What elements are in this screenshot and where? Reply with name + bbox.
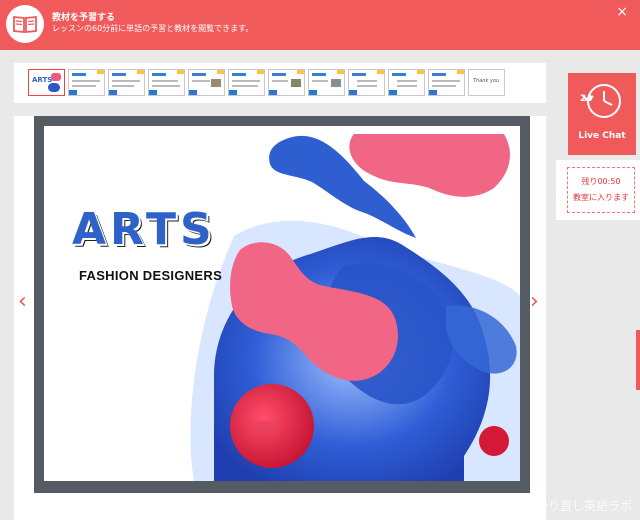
slide-subtitle: FASHION DESIGNERS bbox=[79, 268, 223, 283]
banner-title: 教材を予習する bbox=[52, 13, 116, 23]
enter-classroom-button[interactable]: 残り00:50 教室に入ります bbox=[567, 167, 635, 213]
clock-24-icon bbox=[582, 84, 621, 118]
thumbnail-3[interactable] bbox=[108, 69, 145, 96]
thumbnail-list: ARTS Thank you bbox=[28, 69, 505, 96]
thumbnail-art bbox=[48, 83, 60, 92]
thumbnail-5[interactable] bbox=[188, 69, 225, 96]
thumbnail-12[interactable]: Thank you bbox=[468, 69, 505, 96]
thumbnail-1[interactable]: ARTS bbox=[28, 69, 65, 96]
thumbnail-7[interactable] bbox=[268, 69, 305, 96]
remaining-time: 残り00:50 bbox=[581, 177, 621, 186]
thumbnail-strip: ARTS Thank you bbox=[14, 63, 546, 103]
thumbnail-thanks: Thank you bbox=[473, 78, 500, 84]
thumbnail-4[interactable] bbox=[148, 69, 185, 96]
close-button[interactable]: × bbox=[616, 4, 628, 20]
thumbnail-11[interactable] bbox=[428, 69, 465, 96]
top-banner: 教材を予習する レッスンの60分前に単語の予習と教材を閲覧できます。 × bbox=[0, 0, 640, 50]
clock-number: 24 bbox=[580, 94, 593, 104]
live-chat-button[interactable]: 24 Live Chat bbox=[568, 73, 636, 155]
thumbnail-6[interactable] bbox=[228, 69, 265, 96]
slide-title: ARTS bbox=[72, 204, 216, 255]
banner-subtitle: レッスンの60分前に単語の予習と教材を閲覧できます。 bbox=[52, 24, 254, 33]
thumbnail-10[interactable] bbox=[388, 69, 425, 96]
watermark: 大人からのやり直し英語ラボ bbox=[475, 499, 632, 513]
slide-frame: ARTS FASHION DESIGNERS bbox=[34, 116, 530, 493]
thumbnail-9[interactable] bbox=[348, 69, 385, 96]
thumbnail-2[interactable] bbox=[68, 69, 105, 96]
thumbnail-art bbox=[51, 73, 61, 81]
slide-viewer: ‹ ARTS FASHION DESIGNERS › bbox=[14, 116, 546, 520]
fluid-art-image bbox=[190, 134, 520, 481]
book-icon bbox=[6, 5, 44, 43]
slide-canvas: ARTS FASHION DESIGNERS bbox=[44, 126, 520, 481]
live-chat-label: Live Chat bbox=[578, 131, 626, 141]
edge-tab bbox=[636, 330, 640, 390]
next-slide-button[interactable]: › bbox=[530, 291, 539, 313]
prev-slide-button[interactable]: ‹ bbox=[18, 291, 27, 313]
thumbnail-8[interactable] bbox=[308, 69, 345, 96]
enter-classroom-label: 教室に入ります bbox=[573, 193, 629, 202]
